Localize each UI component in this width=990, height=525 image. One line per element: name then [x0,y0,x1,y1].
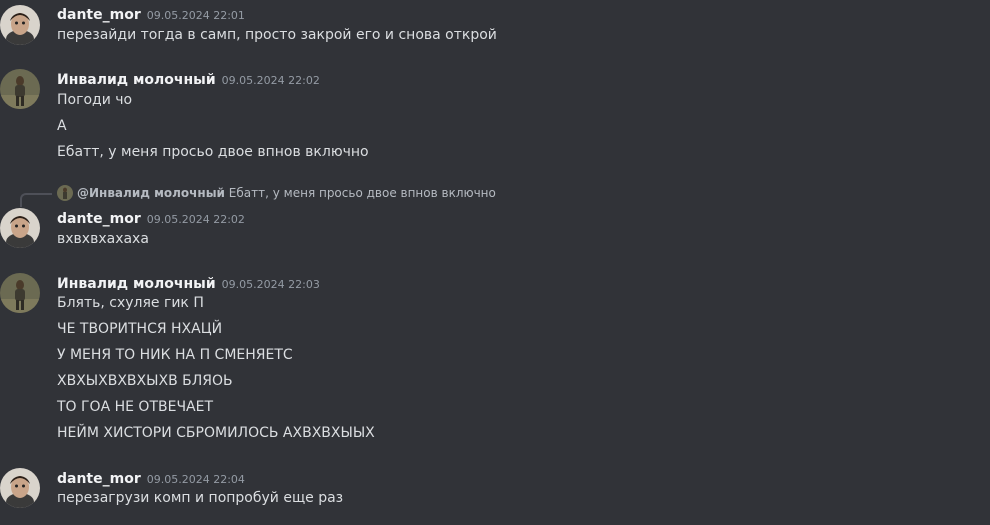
dante-avatar-icon [0,468,40,508]
reply-spine [20,193,52,207]
avatar[interactable] [0,273,40,313]
timestamp: 09.05.2024 22:01 [146,9,245,22]
username[interactable]: dante_mor [57,7,141,23]
timestamp: 09.05.2024 22:04 [146,473,245,486]
timestamp: 09.05.2024 22:02 [221,74,320,87]
dante-avatar-icon [0,5,40,45]
reply-text: Ебатт, у меня просьо двое впнов включно [228,186,496,200]
username[interactable]: dante_mor [57,471,141,487]
message-text: Погоди чо [57,92,133,108]
message-text: ХВХЫХВХВХЫХВ БЛЯОЬ [57,373,233,389]
message-text: Ебатт, у меня просьо двое впнов включно [57,144,369,160]
message-header: dante_mor 09.05.2024 22:02 [57,208,245,227]
message-text: ЧЕ ТВОРИТНСЯ НХАЦЙ [57,321,223,337]
timestamp: 09.05.2024 22:02 [146,213,245,226]
message-text: А [57,118,67,134]
reply-avatar [57,185,73,201]
avatar[interactable] [0,208,40,248]
message-text: НЕЙМ ХИСТОРИ СБРОМИЛОСЬ АХВХВХЫЫХ [57,425,375,441]
reply-mention[interactable]: @Инвалид молочный [77,186,225,200]
avatar[interactable] [0,69,40,109]
message-header: dante_mor 09.05.2024 22:01 [57,4,245,23]
username[interactable]: Инвалид молочный [57,276,216,292]
invalid-avatar-icon [0,69,40,109]
message-header: dante_mor 09.05.2024 22:04 [57,468,245,487]
invalid-avatar-icon [57,185,73,201]
message-text: перезайди тогда в самп, просто закрой ег… [57,27,497,43]
message-text: вхвхвхахаха [57,231,149,247]
timestamp: 09.05.2024 22:03 [221,278,320,291]
invalid-avatar-icon [0,273,40,313]
message-text: перезагрузи комп и попробуй еще раз [57,490,344,506]
avatar[interactable] [0,468,40,508]
message-header: Инвалид молочный 09.05.2024 22:02 [57,69,320,88]
dante-avatar-icon [0,208,40,248]
username[interactable]: Инвалид молочный [57,72,216,88]
message-header: Инвалид молочный 09.05.2024 22:03 [57,273,320,292]
username[interactable]: dante_mor [57,211,141,227]
avatar[interactable] [0,5,40,45]
message-text: Блять, схуляе гик П [57,295,204,311]
reply-preview[interactable]: @Инвалид молочный Ебатт, у меня просьо д… [77,186,496,200]
message-text: ТО ГОА НЕ ОТВЕЧАЕТ [57,399,214,415]
message-text: У МЕНЯ ТО НИК НА П СМЕНЯЕТС [57,347,293,363]
